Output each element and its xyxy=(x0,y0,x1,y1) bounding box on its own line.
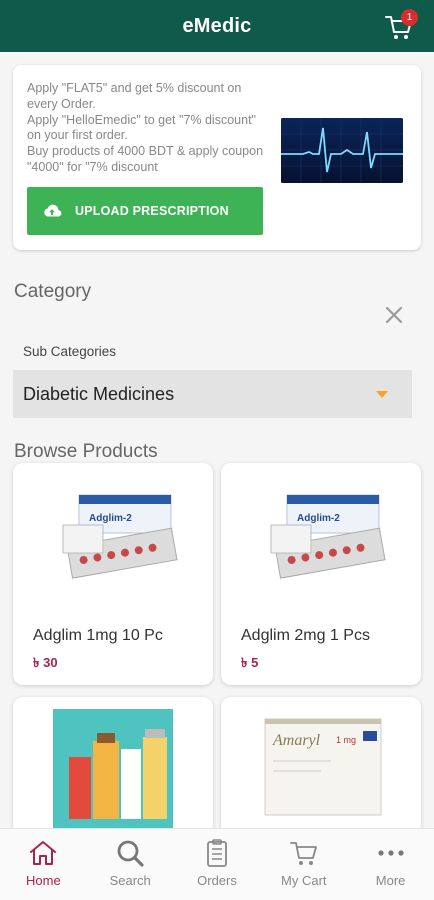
more-icon xyxy=(377,850,404,856)
nav-more[interactable]: More xyxy=(347,829,434,900)
app-bar: eMedic 1 xyxy=(0,0,434,52)
promo-line: Apply "HelloEmedic" to get "7% discount"… xyxy=(27,112,256,143)
category-heading: Category xyxy=(14,281,92,302)
app-title: eMedic xyxy=(182,14,252,37)
ecg-heartbeat-image xyxy=(281,118,403,183)
nav-label: Search xyxy=(109,873,151,888)
nav-label: Orders xyxy=(197,873,237,888)
svg-text:Adglim-2: Adglim-2 xyxy=(89,513,132,524)
cloud-upload-icon xyxy=(44,204,62,217)
home-icon xyxy=(30,841,57,865)
promo-text: Apply "FLAT5" and get 5% discount on eve… xyxy=(27,81,267,176)
sub-category-selected-value: Diabetic Medicines xyxy=(23,383,175,404)
product-name: Adglim 1mg 10 Pc xyxy=(33,627,163,644)
promo-card: Apply "FLAT5" and get 5% discount on eve… xyxy=(13,65,421,250)
product-price: ৳ 30 xyxy=(33,655,58,670)
nav-label: Home xyxy=(26,873,61,888)
nav-label: More xyxy=(375,873,406,888)
cart-count-badge: 1 xyxy=(401,9,418,26)
upload-prescription-button[interactable]: UPLOAD PRESCRIPTION xyxy=(27,187,263,235)
header-cart-button[interactable]: 1 xyxy=(384,9,418,44)
sub-categories-label: Sub Categories xyxy=(23,344,117,359)
svg-text:1 mg: 1 mg xyxy=(336,735,356,745)
orders-icon xyxy=(207,839,227,867)
promo-line: Buy products of 4000 BDT & apply coupon … xyxy=(27,144,264,174)
browse-products-heading: Browse Products xyxy=(14,441,158,462)
product-card[interactable]: Amaryl 1 mg xyxy=(221,697,421,837)
product-image xyxy=(53,709,173,834)
product-image: Amaryl 1 mg xyxy=(264,718,382,816)
close-icon[interactable] xyxy=(383,304,405,326)
nav-my-cart[interactable]: My Cart xyxy=(260,829,347,900)
product-image: Adglim-2 xyxy=(62,494,178,579)
product-price: ৳ 5 xyxy=(241,655,259,670)
promo-line: Apply "FLAT5" and get 5% discount on eve… xyxy=(27,81,242,111)
nav-home[interactable]: Home xyxy=(0,829,87,900)
cart-icon xyxy=(289,842,317,865)
nav-orders[interactable]: Orders xyxy=(174,829,261,900)
nav-label: My Cart xyxy=(281,873,327,888)
product-card[interactable]: Adglim-2 Adglim 1mg 10 Pc ৳ 30 xyxy=(13,463,213,685)
upload-prescription-label: UPLOAD PRESCRIPTION xyxy=(75,204,229,218)
search-icon xyxy=(117,840,144,867)
svg-text:Adglim-2: Adglim-2 xyxy=(297,513,340,524)
product-card[interactable]: Adglim-2 Adglim 2mg 1 Pcs ৳ 5 xyxy=(221,463,421,685)
svg-text:Amaryl: Amaryl xyxy=(272,732,321,749)
nav-search[interactable]: Search xyxy=(87,829,174,900)
product-card[interactable] xyxy=(13,697,213,837)
product-name: Adglim 2mg 1 Pcs xyxy=(241,627,370,644)
sub-category-dropdown[interactable]: Diabetic Medicines xyxy=(13,370,412,418)
dropdown-arrow-icon xyxy=(376,391,388,398)
bottom-navigation: Home Search Orders My Cart More xyxy=(0,828,434,900)
product-image: Adglim-2 xyxy=(270,494,386,579)
